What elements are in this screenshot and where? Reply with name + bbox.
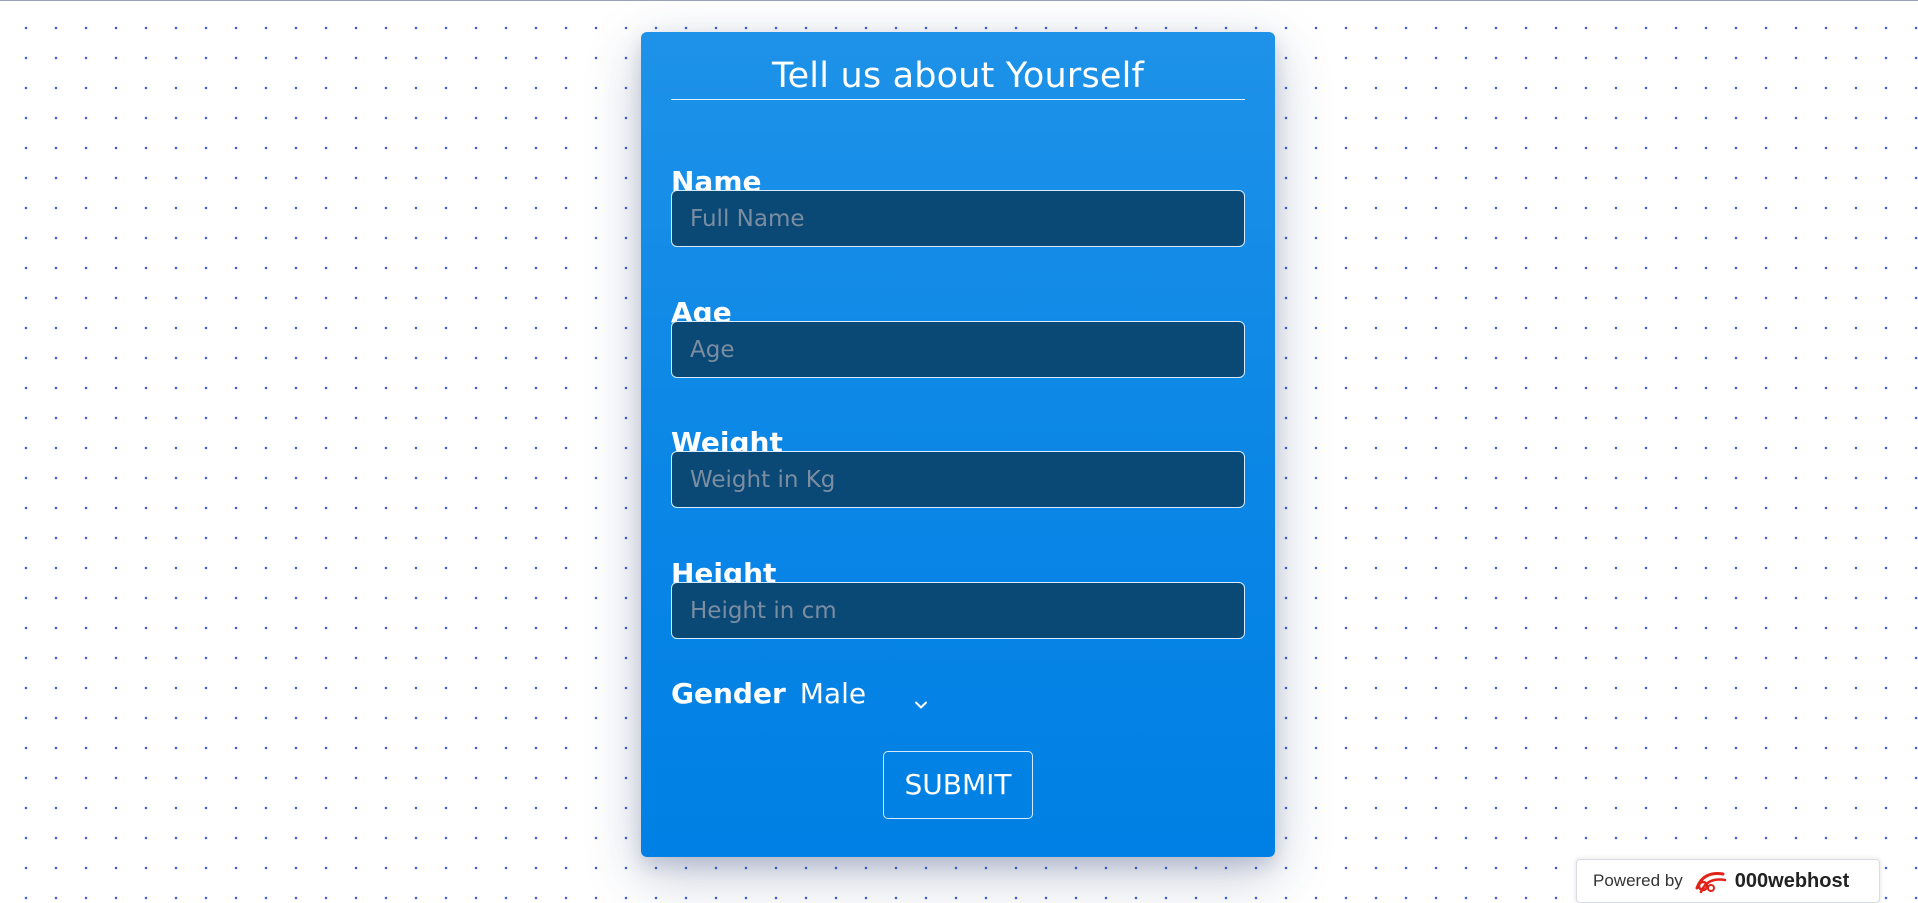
weight-input[interactable]	[671, 451, 1245, 508]
powered-by-badge[interactable]: Powered by 000webhost	[1576, 859, 1880, 903]
submit-button[interactable]: SUBMIT	[883, 751, 1033, 819]
gender-selected-value: Male	[799, 677, 867, 710]
height-input[interactable]	[671, 582, 1245, 639]
gender-row: Gender Male	[671, 674, 930, 714]
gender-label: Gender	[671, 677, 786, 710]
form-title: Tell us about Yourself	[671, 54, 1245, 100]
age-input[interactable]	[671, 321, 1245, 378]
name-input[interactable]	[671, 190, 1245, 247]
form-card: Tell us about Yourself Name Age Weight H…	[641, 32, 1275, 857]
chevron-down-icon	[912, 685, 930, 709]
000webhost-logo-icon	[1693, 866, 1729, 896]
gender-select[interactable]: Male	[800, 674, 930, 714]
brand-name: 000webhost	[1734, 869, 1850, 892]
powered-by-text: Powered by	[1593, 871, 1683, 890]
